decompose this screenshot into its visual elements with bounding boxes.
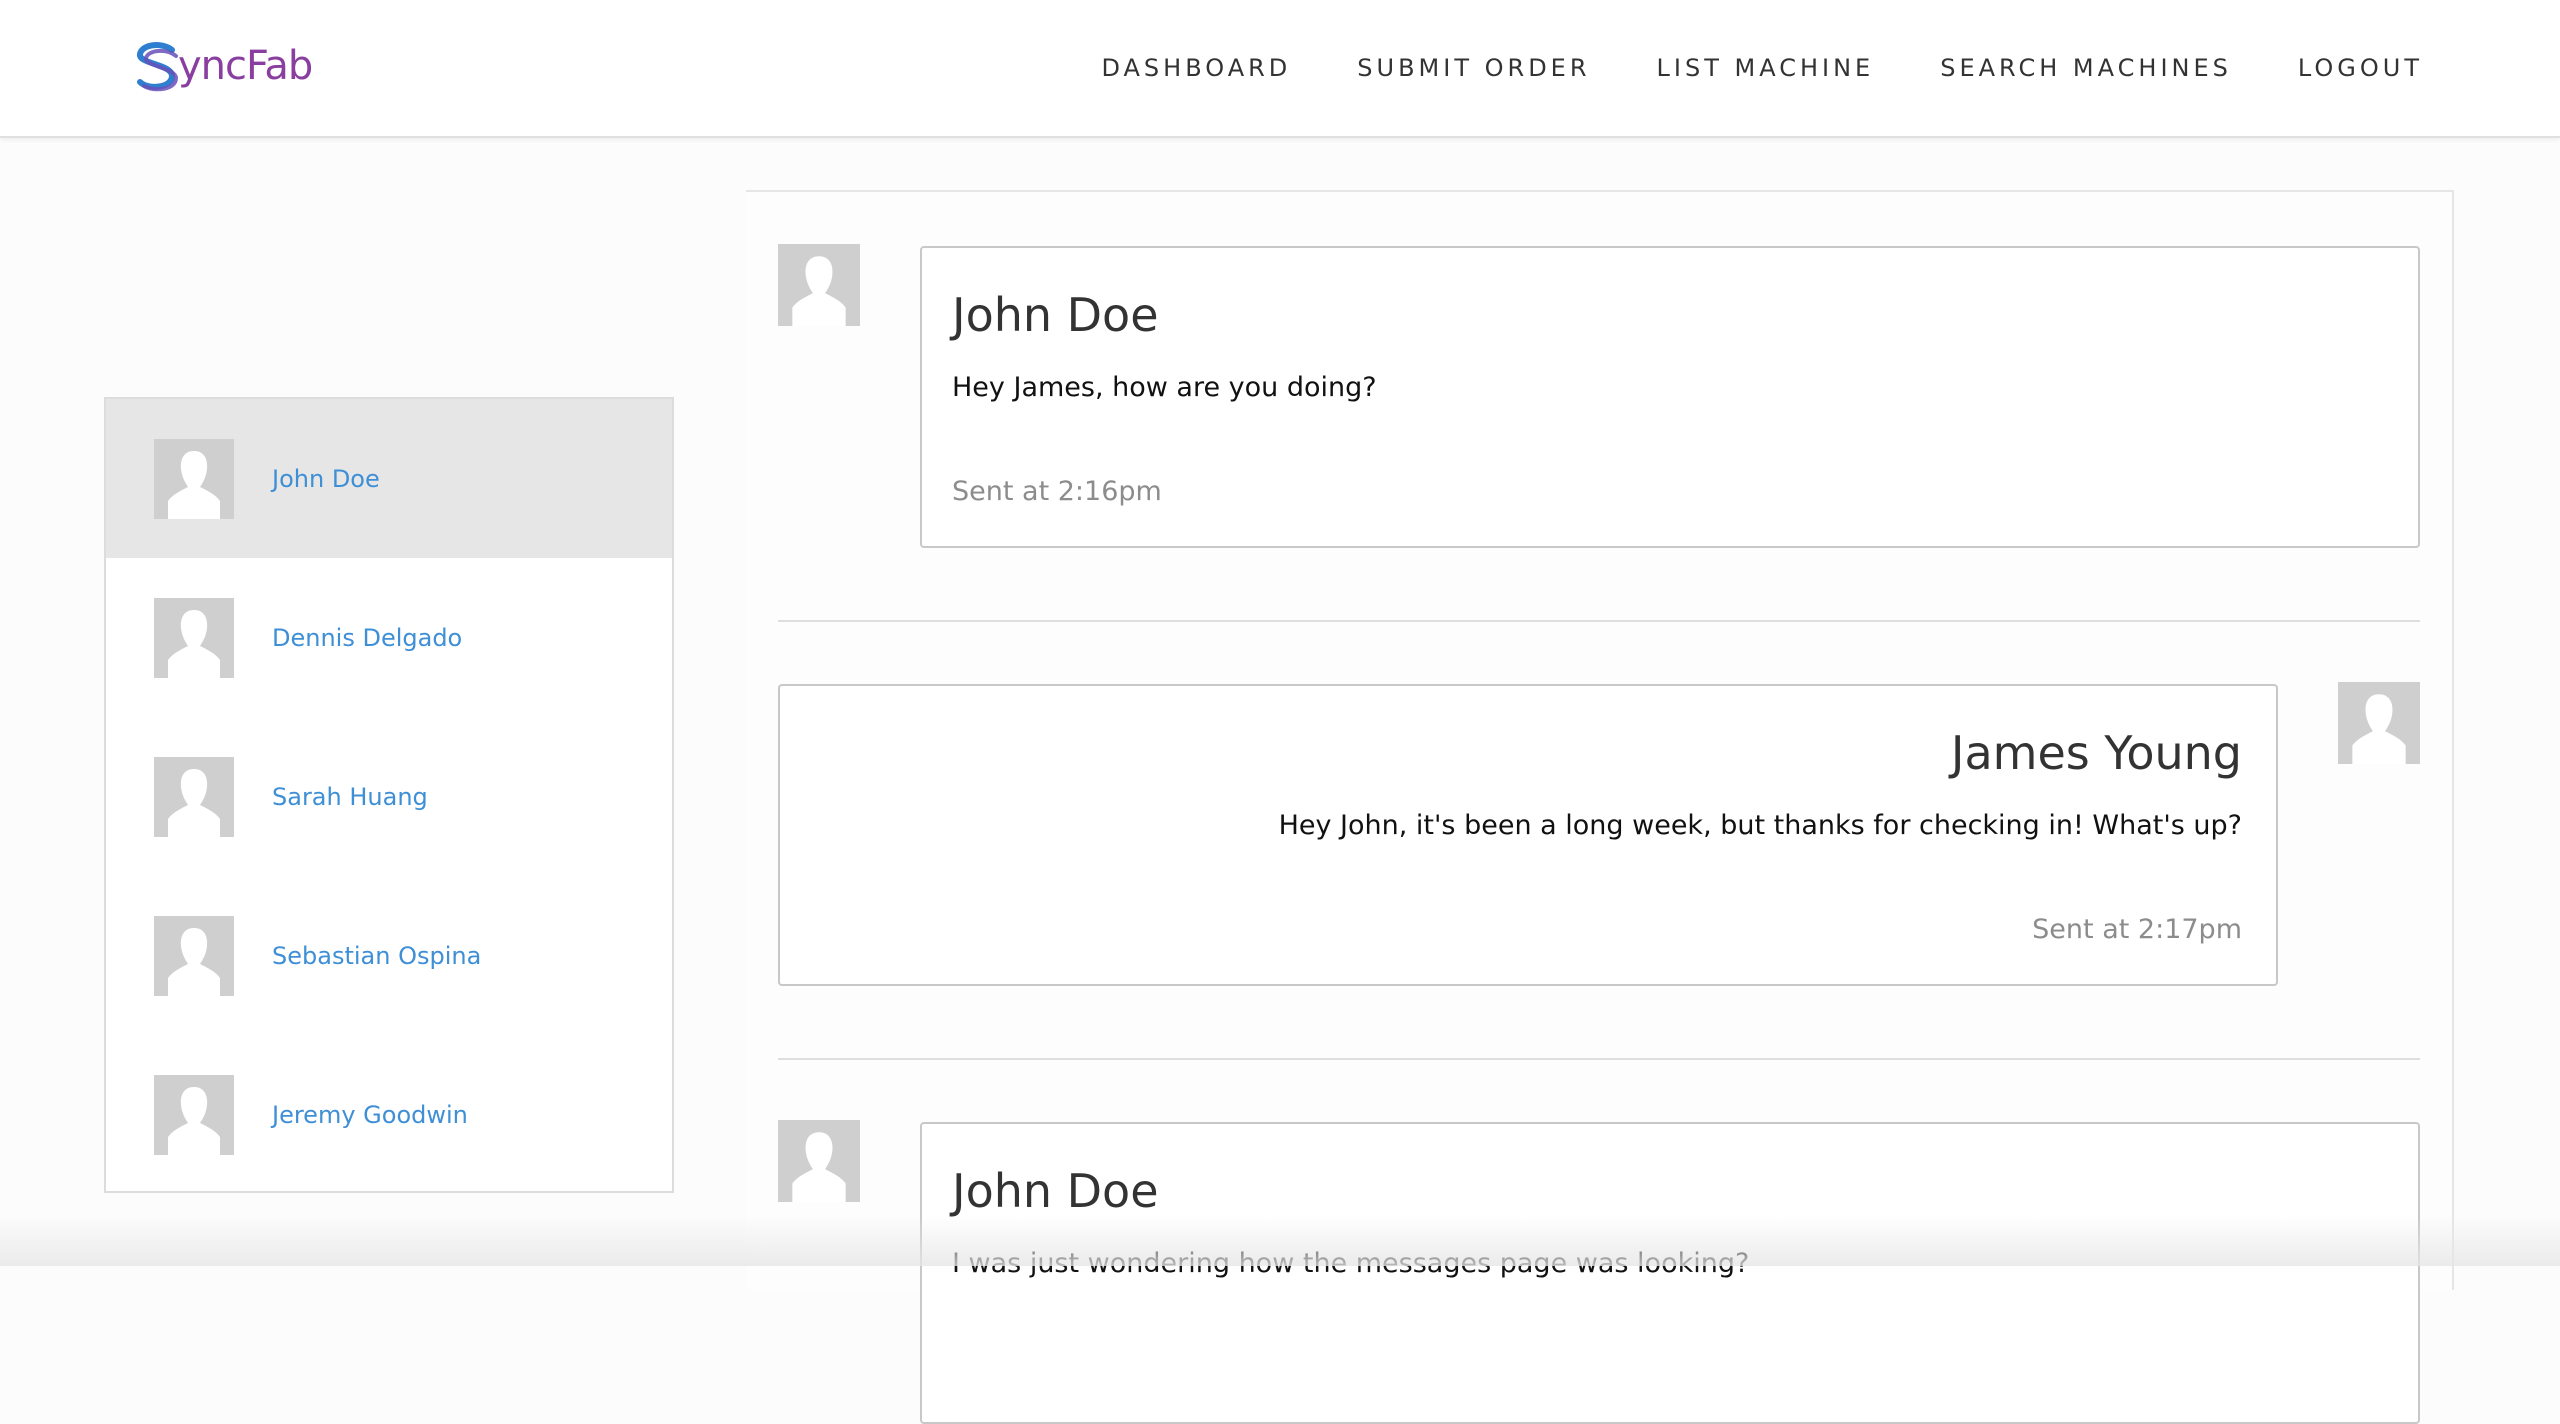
message-text: Hey John, it's been a long week, but tha… [1278,810,2242,841]
contact-name: John Doe [272,464,380,493]
conversation-list: John Doe Dennis Delgado Sarah Huang Seba… [104,397,674,1193]
message-text: I was just wondering how the messages pa… [952,1248,1750,1279]
message-timestamp: Sent at 2:16pm [952,476,1162,507]
syncfab-logo[interactable]: yncFab [132,38,313,94]
message-divider [778,620,2420,622]
message-sender: John Doe [952,1164,1159,1218]
avatar-icon [154,756,234,837]
conversation-item-john-doe[interactable]: John Doe [106,399,672,558]
nav-search-machines[interactable]: SEARCH MACHINES [1940,54,2232,82]
message-text: Hey James, how are you doing? [952,372,1377,403]
message-bubble: James Young Hey John, it's been a long w… [778,684,2278,986]
message-sender: James Young [1950,726,2242,780]
nav-dashboard[interactable]: DASHBOARD [1101,54,1291,82]
logo-text: yncFab [178,43,313,89]
avatar-icon [154,438,234,519]
avatar-icon [154,1074,234,1155]
message-thread: John Doe Hey James, how are you doing? S… [746,190,2454,1424]
top-navigation-bar: yncFab DASHBOARD SUBMIT ORDER LIST MACHI… [0,0,2560,138]
syncfab-s-logo-icon [137,42,179,92]
message-timestamp: Sent at 2:17pm [2032,914,2242,945]
nav-logout[interactable]: LOGOUT [2298,54,2423,82]
message-sender: John Doe [952,288,1159,342]
message-bubble: John Doe Hey James, how are you doing? S… [920,246,2420,548]
conversation-item-sebastian-ospina[interactable]: Sebastian Ospina [106,876,672,1035]
sender-avatar-icon [778,244,860,326]
avatar-icon [154,915,234,996]
conversation-item-jeremy-goodwin[interactable]: Jeremy Goodwin [106,1035,672,1194]
main-nav: DASHBOARD SUBMIT ORDER LIST MACHINE SEAR… [1035,0,2423,136]
contact-name: Jeremy Goodwin [272,1100,468,1129]
message-divider [778,1058,2420,1060]
conversation-item-sarah-huang[interactable]: Sarah Huang [106,717,672,876]
message-bubble: John Doe I was just wondering how the me… [920,1122,2420,1424]
nav-list-machine[interactable]: LIST MACHINE [1657,54,1875,82]
nav-submit-order[interactable]: SUBMIT ORDER [1357,54,1590,82]
avatar-icon [154,597,234,678]
contact-name: Sebastian Ospina [272,941,482,970]
recipient-avatar-icon [2338,682,2420,764]
contact-name: Dennis Delgado [272,623,463,652]
sender-avatar-icon [778,1120,860,1202]
contact-name: Sarah Huang [272,782,428,811]
conversation-item-dennis-delgado[interactable]: Dennis Delgado [106,558,672,717]
